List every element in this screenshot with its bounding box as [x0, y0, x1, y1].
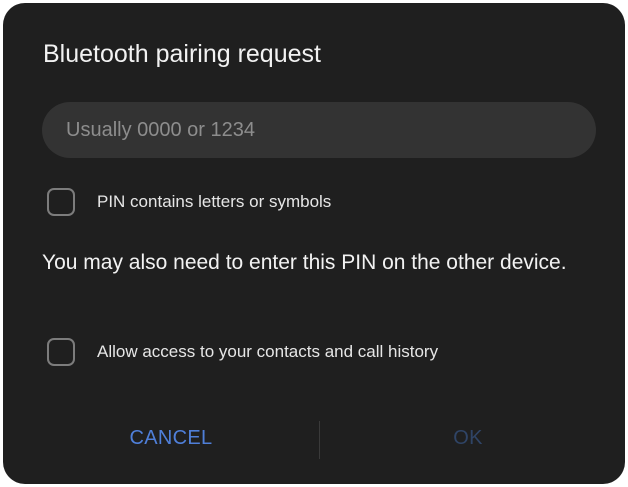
pin-letters-option[interactable]: PIN contains letters or symbols: [47, 188, 331, 216]
contacts-access-checkbox[interactable]: [47, 338, 75, 366]
pairing-message: You may also need to enter this PIN on t…: [42, 251, 567, 274]
ok-button[interactable]: OK: [378, 413, 558, 463]
pin-letters-label: PIN contains letters or symbols: [97, 192, 332, 211]
dialog-actions: CANCEL OK: [3, 413, 625, 463]
bluetooth-pairing-dialog: Bluetooth pairing request PIN contains l…: [3, 3, 625, 484]
contacts-access-option[interactable]: Allow access to your contacts and call h…: [47, 338, 438, 366]
pin-input[interactable]: [42, 102, 596, 158]
contacts-access-label: Allow access to your contacts and call h…: [97, 342, 439, 361]
pin-letters-checkbox[interactable]: [47, 188, 75, 216]
dialog-title: Bluetooth pairing request: [43, 40, 321, 68]
button-divider: [319, 421, 320, 459]
cancel-button[interactable]: CANCEL: [81, 413, 261, 463]
